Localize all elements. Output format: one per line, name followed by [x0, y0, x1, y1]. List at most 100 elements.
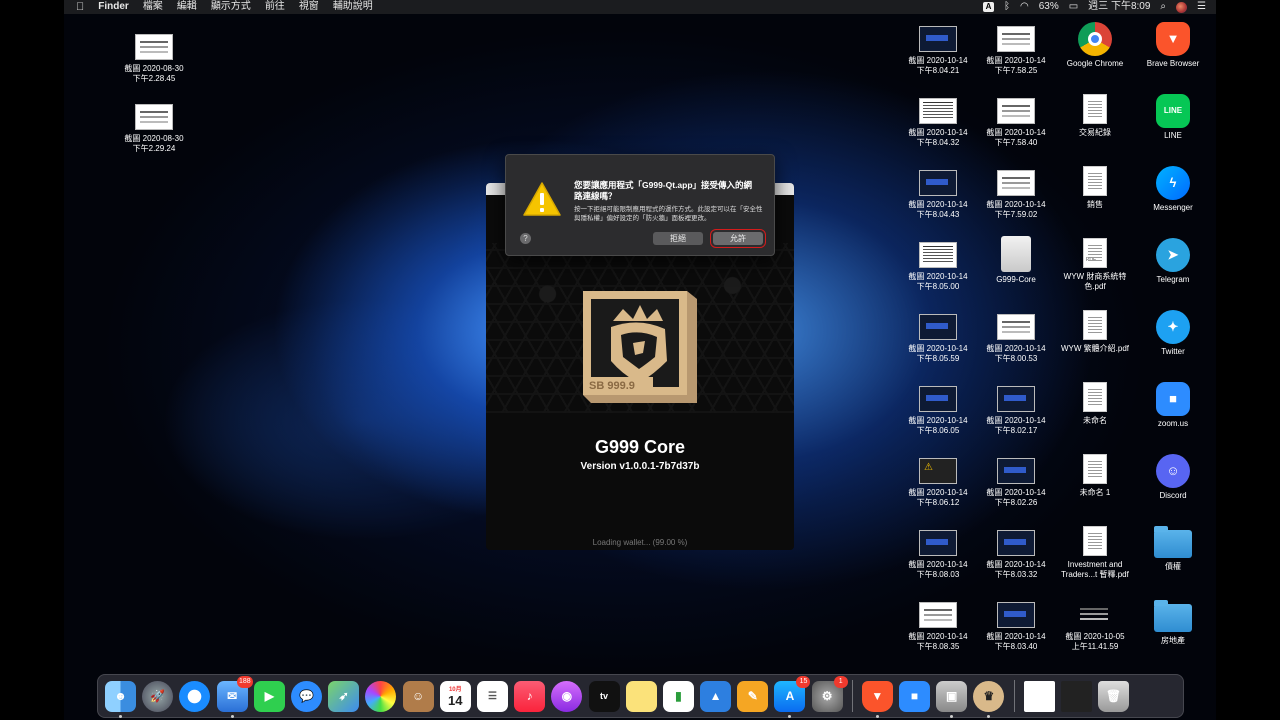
dock-notes-icon[interactable] — [625, 680, 657, 712]
dock-trash-icon[interactable]: 🗑 — [1097, 680, 1129, 712]
dock-numbers-chart-icon[interactable]: ▮ — [662, 680, 694, 712]
icon-label: 截圖 2020-10-05 — [1065, 632, 1125, 641]
desktop-icon[interactable]: 未命名 1 — [1057, 454, 1133, 498]
document-icon — [1083, 382, 1107, 412]
desktop-icon[interactable]: 截圖 2020-10-14 下午7.58.25 — [978, 26, 1054, 76]
desktop-icon[interactable]: 截圖 2020-10-14 下午7.58.40 — [978, 98, 1054, 148]
desktop-icon[interactable]: 交易紀錄 — [1057, 94, 1133, 138]
dock-minimized-window-icon[interactable] — [1060, 680, 1092, 712]
desktop-icon[interactable]: 截圖 2020-10-14 下午8.00.53 — [978, 314, 1054, 364]
desktop-icon[interactable]: 截圖 2020-10-14 下午8.03.32 — [978, 530, 1054, 580]
menu-go[interactable]: 前往 — [265, 0, 285, 14]
icon-label: 截圖 2020-10-14 — [986, 416, 1046, 425]
dock-mail-icon[interactable]: ✉ 188 — [216, 675, 253, 718]
icon-label: 截圖 2020-10-14 — [908, 344, 968, 353]
desktop-icon-google-chrome[interactable]: Google Chrome — [1057, 22, 1133, 69]
desktop-icon-brave-browser[interactable]: ▼ Brave Browser — [1135, 22, 1211, 69]
help-button[interactable]: ? — [520, 233, 531, 244]
dock-zoom-icon[interactable]: ■ — [899, 680, 931, 712]
folder-icon — [1154, 526, 1192, 558]
desktop-icon-g999-core-volume[interactable]: G999-Core — [978, 236, 1054, 285]
dock-brave-icon[interactable]: ▼ — [861, 680, 893, 718]
battery-percent[interactable]: 63% — [1039, 0, 1059, 14]
desktop-icon[interactable]: 截圖 2020-10-14 下午8.06.05 — [900, 386, 976, 436]
desktop-icon[interactable]: 截圖 2020-10-14 下午7.59.02 — [978, 170, 1054, 220]
icon-label: Traders...t 暫釋.pdf — [1061, 570, 1129, 579]
dock-reminders-icon[interactable]: ☰ — [476, 680, 508, 712]
menu-app-finder[interactable]: Finder — [98, 0, 129, 14]
desktop-icon-twitter[interactable]: ✦ Twitter — [1135, 310, 1211, 357]
desktop-icon-telegram[interactable]: ➤ Telegram — [1135, 238, 1211, 285]
input-source-icon[interactable]: A — [982, 2, 994, 12]
dock-podcasts-icon[interactable]: ◉ — [551, 680, 583, 712]
calendar-month: 10月 — [448, 687, 462, 693]
document-icon — [1083, 94, 1107, 124]
desktop-icon[interactable]: 銷售 — [1057, 166, 1133, 210]
desktop-icon[interactable]: 未命名 — [1057, 382, 1133, 426]
desktop-folder[interactable]: 債權 — [1135, 526, 1211, 572]
desktop-icon[interactable]: 截圖 2020-10-14 下午8.08.03 — [900, 530, 976, 580]
menu-help[interactable]: 輔助說明 — [333, 0, 373, 14]
allow-button[interactable]: 允許 — [710, 229, 766, 248]
desktop-icon-zoom[interactable]: ■ zoom.us — [1135, 382, 1211, 429]
desktop-icon[interactable]: 截圖 2020-10-14 下午8.04.43 — [900, 170, 976, 220]
desktop-icon[interactable]: 截圖 2020-10-14 下午8.04.21 — [900, 26, 976, 76]
desktop-icon[interactable]: 截圖 2020-10-14 下午8.08.35 — [900, 602, 976, 652]
desktop-icon[interactable]: 截圖 2020-10-14 下午8.03.40 — [978, 602, 1054, 652]
siri-icon[interactable] — [1176, 1, 1188, 13]
menu-edit[interactable]: 編輯 — [177, 0, 197, 14]
dock-pages-icon[interactable]: ✎ — [737, 680, 769, 712]
desktop-icon[interactable]: 截圖 2020-08-30 下午2.28.45 — [116, 34, 192, 84]
menu-file[interactable]: 檔案 — [143, 0, 163, 14]
desktop-icon[interactable]: WYW 繁體介紹.pdf — [1057, 310, 1133, 354]
dock-safari-compass-icon[interactable] — [179, 680, 211, 712]
dock-contacts-icon[interactable]: ☺ — [402, 680, 434, 712]
dock-finder-icon[interactable]: ☻ — [105, 680, 137, 718]
notification-center-icon[interactable]: ☰ — [1197, 0, 1206, 14]
desktop-icon[interactable]: 截圖 2020-10-14 下午8.04.32 — [900, 98, 976, 148]
dock-g999-lion-icon[interactable]: ♛ — [973, 680, 1005, 718]
dock-app-store-icon[interactable]: A 15 — [774, 675, 811, 718]
desktop-icon[interactable]: Investment and Traders...t 暫釋.pdf — [1057, 526, 1133, 580]
dock-messages-bubble-icon[interactable]: 💬 — [291, 680, 323, 712]
dock-calendar-icon[interactable]: 10月 14 — [439, 680, 471, 712]
menu-bar:  Finder 檔案 編輯 顯示方式 前往 視窗 輔助說明 A ᛒ ◠ 63%… — [64, 0, 1216, 14]
dock-maps-icon[interactable]: ➶ — [328, 680, 360, 712]
desktop-icon-messenger[interactable]: ϟ Messenger — [1135, 166, 1211, 213]
spotlight-icon[interactable]: ⌕ — [1160, 0, 1166, 14]
icon-label: 截圖 2020-10-14 — [986, 200, 1046, 209]
desktop-folder[interactable]: 房地產 — [1135, 600, 1211, 646]
deny-button[interactable]: 拒絕 — [653, 232, 703, 245]
desktop-icon-line[interactable]: LINE LINE — [1135, 94, 1211, 141]
desktop-icon[interactable]: 截圖 2020-10-14 下午8.02.17 — [978, 386, 1054, 436]
desktop-icon[interactable]: 截圖 2020-10-14 下午8.05.00 — [900, 242, 976, 292]
icon-label: 截圖 2020-10-14 — [986, 128, 1046, 137]
dock-keynote-icon[interactable]: ▲ — [700, 680, 732, 712]
dock-facetime-camera-icon[interactable]: ▶ — [253, 680, 285, 712]
desktop-icon[interactable]: 截圖 2020-10-14下午8.06.12 — [900, 458, 976, 508]
dock-launchpad-rocket-icon[interactable]: 🚀 — [142, 680, 174, 712]
menu-view[interactable]: 顯示方式 — [211, 0, 251, 14]
apple-menu-icon[interactable]:  — [76, 0, 84, 14]
desktop-icon-discord[interactable]: ☺ Discord — [1135, 454, 1211, 501]
dock-preview-icon[interactable]: ▣ — [936, 680, 968, 718]
dock-minimized-window-icon[interactable] — [1023, 680, 1055, 712]
icon-label: 截圖 2020-10-14 — [908, 272, 968, 281]
desktop-icon[interactable]: 截圖 2020-10-14 下午8.02.26 — [978, 458, 1054, 508]
menu-window[interactable]: 視窗 — [299, 0, 319, 14]
dock-appletv-icon[interactable]: tv — [588, 680, 620, 712]
screenshot-thumbnail — [919, 242, 957, 268]
desktop-icon[interactable]: PDF WYW 財商系統特 色.pdf — [1057, 238, 1133, 292]
dock-music-note-icon[interactable]: ♪ — [514, 680, 546, 712]
desktop-icon[interactable]: 截圖 2020-10-05 上午11.41.59 — [1057, 602, 1133, 652]
dock-photos-icon[interactable] — [365, 680, 397, 712]
disk-image-icon — [1001, 236, 1031, 272]
dock-system-preferences-gear-icon[interactable]: ⚙ 1 — [811, 675, 848, 712]
desktop-icon[interactable]: 截圖 2020-10-14 下午8.05.59 — [900, 314, 976, 364]
wifi-icon[interactable]: ◠ — [1020, 0, 1029, 14]
clock[interactable]: 週三 下午8:09 — [1088, 0, 1150, 14]
desktop-icon[interactable]: 截圖 2020-08-30 下午2.29.24 — [116, 104, 192, 154]
icon-label: Investment and — [1067, 560, 1123, 569]
battery-icon[interactable]: ▭ — [1069, 0, 1078, 14]
bluetooth-icon[interactable]: ᛒ — [1004, 0, 1010, 14]
